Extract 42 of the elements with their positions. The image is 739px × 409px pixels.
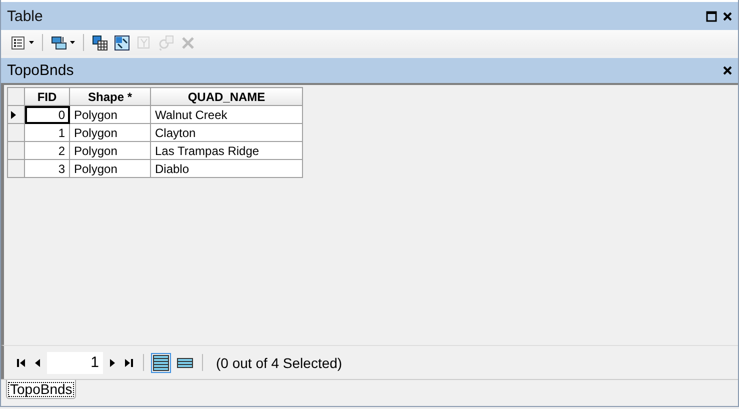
- close-button[interactable]: [723, 12, 732, 20]
- caret-icon: [29, 41, 34, 44]
- swap-icon: [114, 34, 130, 50]
- table-cell: Las Trampas Ridge: [150, 142, 302, 160]
- all-records-button[interactable]: [151, 352, 171, 372]
- selection-status: (0 out of 4 Selected): [216, 354, 342, 370]
- maximize-button[interactable]: [706, 10, 717, 22]
- table-cell: 3: [24, 160, 70, 178]
- selected-records-button[interactable]: [175, 356, 195, 370]
- caret-icon: [70, 41, 75, 44]
- table-cell: Polygon: [70, 142, 150, 160]
- first-record-button[interactable]: [14, 356, 28, 368]
- last-record-button[interactable]: [122, 356, 136, 368]
- table-cell: Polygon: [70, 160, 150, 178]
- row-selector[interactable]: [8, 106, 24, 124]
- table-select-icon: [92, 34, 108, 50]
- delete-icon: [180, 34, 196, 50]
- current-row-icon: [11, 110, 16, 118]
- table-cell: Diablo: [150, 160, 302, 178]
- table-cell: 0: [24, 106, 70, 124]
- linked-tables-icon: [51, 34, 67, 50]
- column-header[interactable]: FID: [24, 88, 70, 106]
- table-cell: 1: [24, 124, 70, 142]
- column-header[interactable]: Shape *: [70, 88, 150, 106]
- corner-cell: [8, 88, 24, 106]
- window-title: Table: [7, 8, 44, 24]
- record-field[interactable]: 1: [47, 352, 103, 374]
- close-button[interactable]: [723, 66, 732, 75]
- table-tab[interactable]: TopoBnds: [6, 380, 76, 399]
- table-cell: Walnut Creek: [150, 106, 302, 124]
- table-cell: 2: [24, 142, 70, 160]
- dropdown-button[interactable]: [50, 34, 76, 52]
- table-cell: Clayton: [150, 124, 302, 142]
- table-cell: Polygon: [70, 124, 150, 142]
- dropdown-button[interactable]: [9, 34, 35, 52]
- toolbar-button[interactable]: [91, 34, 109, 52]
- zoom-icon: [158, 34, 174, 50]
- column-header[interactable]: QUAD_NAME: [150, 88, 302, 106]
- list-icon: [10, 34, 26, 50]
- table-cell: Polygon: [70, 106, 150, 124]
- toolbar-button[interactable]: [113, 34, 131, 52]
- table-title: TopoBnds: [7, 62, 75, 79]
